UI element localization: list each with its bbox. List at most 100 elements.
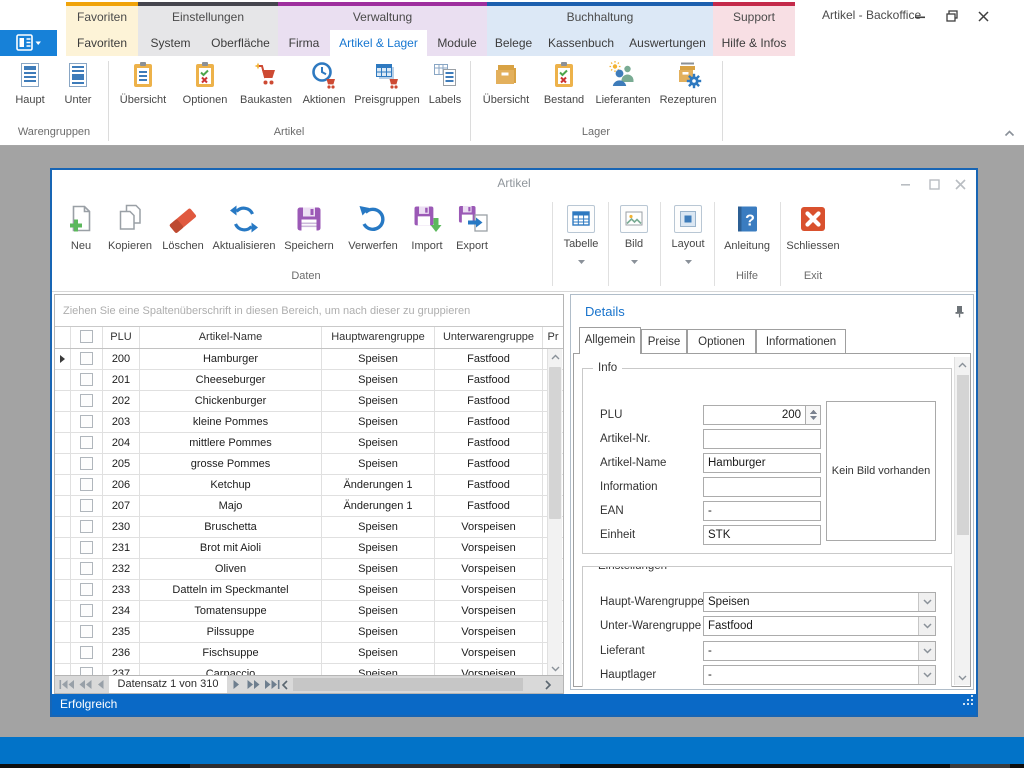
row-checkbox[interactable]	[80, 541, 93, 554]
row-checkbox[interactable]	[80, 373, 93, 386]
table-cell[interactable]: Vorspeisen	[435, 622, 543, 642]
table-row[interactable]: 235PilssuppeSpeisenVorspeisen	[55, 622, 563, 643]
minimize-button[interactable]	[909, 7, 931, 25]
aktualisieren-button[interactable]: Aktualisieren	[210, 202, 278, 252]
table-row[interactable]: 203kleine PommesSpeisenFastfood	[55, 412, 563, 433]
scroll-down-icon[interactable]	[955, 670, 969, 685]
bild-dropdown-button[interactable]: Bild	[612, 202, 656, 269]
table-cell[interactable]: Fastfood	[435, 454, 543, 474]
details-tab-preise[interactable]: Preise	[641, 329, 687, 354]
table-cell[interactable]: Speisen	[322, 349, 435, 369]
verwerfen-button[interactable]: Verwerfen	[342, 202, 404, 252]
checkbox-cell[interactable]	[71, 475, 103, 495]
table-cell[interactable]: Speisen	[322, 370, 435, 390]
table-cell[interactable]: Cheeseburger	[140, 370, 322, 390]
table-cell[interactable]: Pilssuppe	[140, 622, 322, 642]
row-checkbox[interactable]	[80, 457, 93, 470]
table-cell[interactable]: Vorspeisen	[435, 643, 543, 663]
table-cell[interactable]: Oliven	[140, 559, 322, 579]
table-row[interactable]: 201CheeseburgerSpeisenFastfood	[55, 370, 563, 391]
aktionen-button[interactable]: Aktionen	[296, 60, 352, 106]
table-cell[interactable]: Speisen	[322, 622, 435, 642]
rezepturen-button[interactable]: Rezepturen	[656, 60, 720, 106]
checkbox-cell[interactable]	[71, 643, 103, 663]
table-cell[interactable]: Chickenburger	[140, 391, 322, 411]
checkbox-cell[interactable]	[71, 370, 103, 390]
table-cell[interactable]: Speisen	[322, 454, 435, 474]
row-checkbox[interactable]	[80, 478, 93, 491]
table-cell[interactable]: Vorspeisen	[435, 559, 543, 579]
chevron-down-icon[interactable]	[918, 666, 935, 684]
table-cell[interactable]: 230	[103, 517, 140, 537]
table-cell[interactable]: 204	[103, 433, 140, 453]
checkbox-cell[interactable]	[71, 580, 103, 600]
hscroll-left-icon[interactable]	[281, 680, 288, 690]
scrollbar-thumb[interactable]	[957, 375, 969, 535]
scroll-up-icon[interactable]	[955, 357, 969, 372]
table-cell[interactable]: Fastfood	[435, 370, 543, 390]
row-checkbox[interactable]	[80, 625, 93, 638]
table-cell[interactable]: Fastfood	[435, 475, 543, 495]
table-cell[interactable]: Tomatensuppe	[140, 601, 322, 621]
artikel-optionen-button[interactable]: Optionen	[176, 60, 234, 106]
row-checkbox[interactable]	[80, 667, 93, 676]
lieferant-combo[interactable]: -	[703, 641, 936, 661]
checkbox-cell[interactable]	[71, 496, 103, 516]
table-cell[interactable]: Majo	[140, 496, 322, 516]
artikel-name-input[interactable]	[703, 453, 821, 473]
table-cell[interactable]: Speisen	[322, 433, 435, 453]
table-cell[interactable]: Fastfood	[435, 349, 543, 369]
application-menu-button[interactable]	[0, 30, 57, 56]
details-tab-informationen[interactable]: Informationen	[756, 329, 846, 354]
column-header-preis[interactable]: Pr	[543, 327, 563, 348]
table-cell[interactable]: kleine Pommes	[140, 412, 322, 432]
table-cell[interactable]: 232	[103, 559, 140, 579]
import-button[interactable]: Import	[406, 202, 448, 252]
tab-favoriten[interactable]: Favoriten	[66, 30, 138, 56]
table-cell[interactable]: Brot mit Aioli	[140, 538, 322, 558]
horizontal-scrollbar-thumb[interactable]	[293, 678, 523, 691]
row-checkbox[interactable]	[80, 394, 93, 407]
table-cell[interactable]: Fastfood	[435, 391, 543, 411]
table-cell[interactable]: Fastfood	[435, 412, 543, 432]
table-cell[interactable]: Fastfood	[435, 496, 543, 516]
lieferanten-button[interactable]: Lieferanten	[590, 60, 656, 106]
group-by-hint[interactable]: Ziehen Sie eine Spaltenüberschrift in di…	[55, 295, 563, 327]
table-cell[interactable]: Vorspeisen	[435, 538, 543, 558]
table-cell[interactable]: 203	[103, 412, 140, 432]
nav-prev-icon[interactable]	[97, 680, 104, 689]
table-row[interactable]: 233Datteln im SpeckmantelSpeisenVorspeis…	[55, 580, 563, 601]
table-cell[interactable]: Vorspeisen	[435, 601, 543, 621]
ribbon-context-favoriten[interactable]: Favoriten	[66, 2, 138, 30]
table-row[interactable]: 202ChickenburgerSpeisenFastfood	[55, 391, 563, 412]
tab-system[interactable]: System	[138, 30, 203, 56]
ribbon-context-buchhaltung[interactable]: Buchhaltung	[487, 2, 713, 30]
checkbox-cell[interactable]	[71, 559, 103, 579]
hauptlager-combo[interactable]: -	[703, 665, 936, 685]
scroll-up-icon[interactable]	[548, 349, 562, 364]
table-cell[interactable]: Speisen	[322, 580, 435, 600]
row-checkbox[interactable]	[80, 352, 93, 365]
table-row[interactable]: 204mittlere PommesSpeisenFastfood	[55, 433, 563, 454]
ean-input[interactable]	[703, 501, 821, 521]
column-header-unterwarengruppe[interactable]: Unterwarengruppe	[435, 327, 543, 348]
nav-next-page-icon[interactable]	[247, 680, 260, 689]
table-row[interactable]: 207MajoÄnderungen 1Fastfood	[55, 496, 563, 517]
kopieren-button[interactable]: Kopieren	[104, 202, 156, 252]
chevron-down-icon[interactable]	[918, 617, 935, 635]
table-cell[interactable]: 231	[103, 538, 140, 558]
table-cell[interactable]: Vorspeisen	[435, 664, 543, 676]
unter-warengruppen-button[interactable]: Unter	[56, 60, 100, 106]
nav-last-icon[interactable]	[265, 680, 280, 689]
table-cell[interactable]: Speisen	[322, 538, 435, 558]
restore-button[interactable]	[941, 7, 963, 25]
tab-oberflaeche[interactable]: Oberfläche	[203, 30, 278, 56]
export-button[interactable]: Export	[450, 202, 494, 252]
einheit-input[interactable]	[703, 525, 821, 545]
speichern-button[interactable]: Speichern	[280, 202, 338, 252]
table-row[interactable]: 237CarpaccioSpeisenVorspeisen	[55, 664, 563, 676]
table-cell[interactable]: Speisen	[322, 412, 435, 432]
checkbox-cell[interactable]	[71, 622, 103, 642]
select-all-checkbox[interactable]	[80, 330, 93, 343]
table-cell[interactable]: mittlere Pommes	[140, 433, 322, 453]
